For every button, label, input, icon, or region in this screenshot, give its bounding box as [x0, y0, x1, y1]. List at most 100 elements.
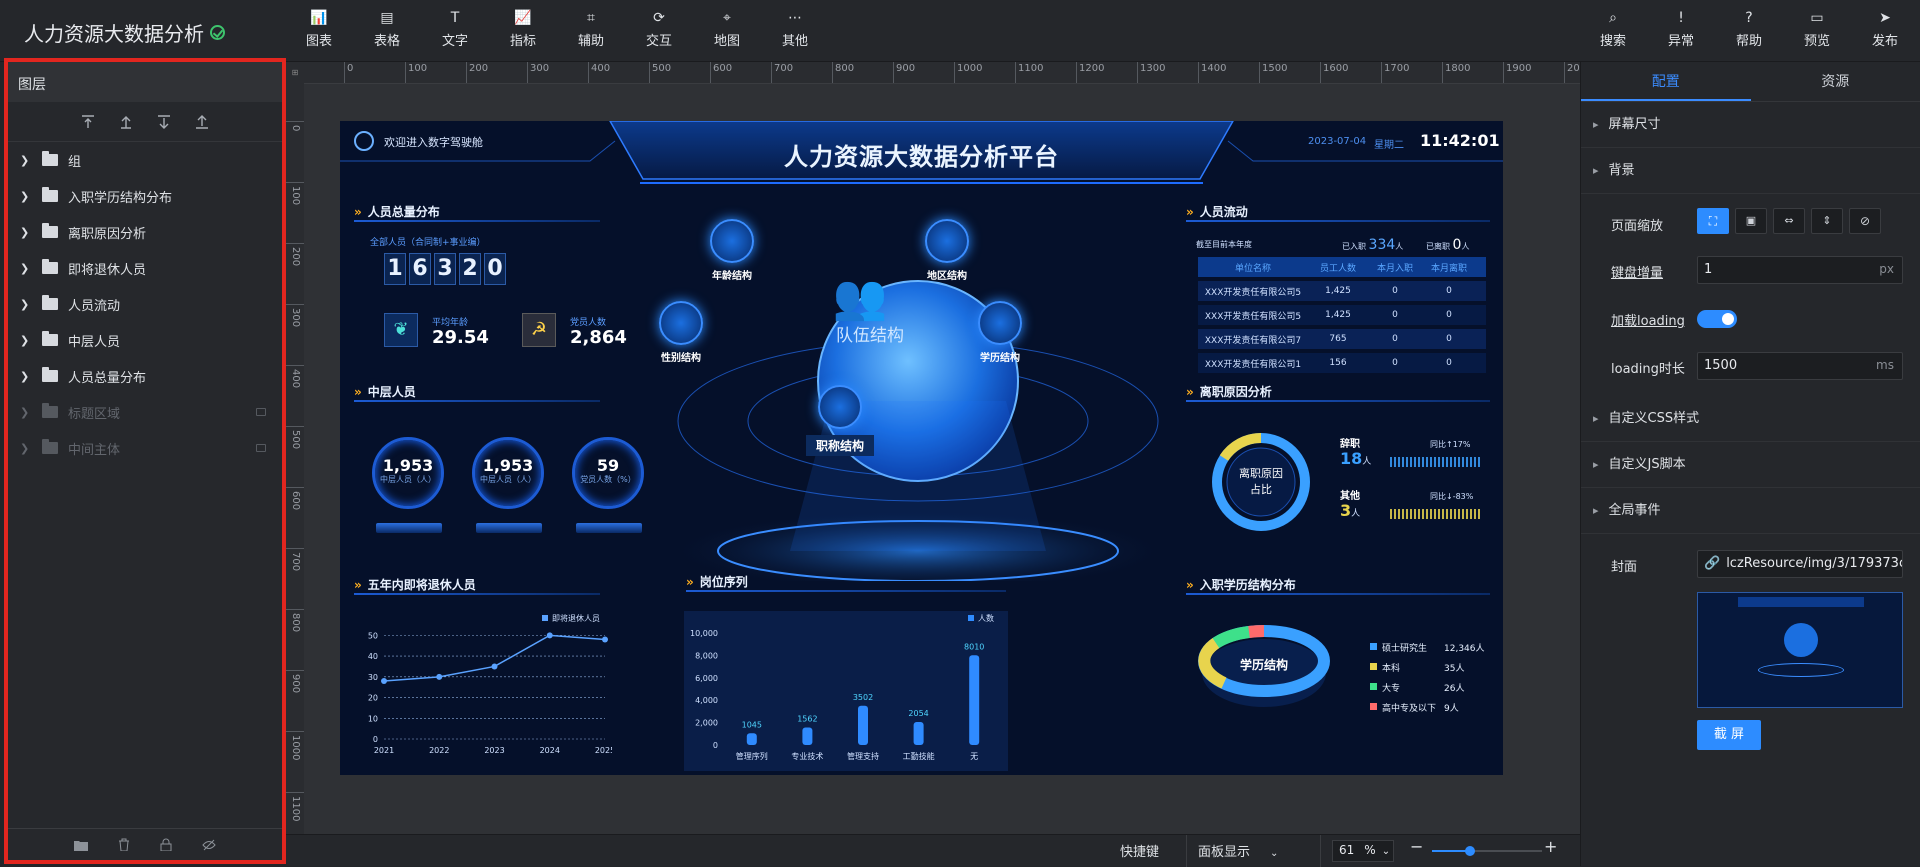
- dashboard-screen[interactable]: 欢迎进入数字驾驶舱 人力资源大数据分析平台 2023-07-04 星期二 11:…: [340, 121, 1503, 775]
- bar[interactable]: [914, 722, 924, 745]
- toolbar-more-button[interactable]: ⋯其他: [772, 10, 818, 49]
- section-global-events[interactable]: 全局事件: [1581, 488, 1920, 534]
- lock-icon[interactable]: [256, 408, 266, 416]
- zoom-slider-handle[interactable]: [1465, 846, 1475, 856]
- toolbar-table-button[interactable]: ▤表格: [364, 10, 410, 49]
- ruler-corner[interactable]: ⊞: [286, 62, 304, 84]
- toolbar-preview-button[interactable]: ▭预览: [1794, 10, 1840, 49]
- align-bottom-icon[interactable]: [195, 115, 209, 129]
- fit-height-icon[interactable]: ⇕: [1811, 208, 1843, 234]
- tab-config[interactable]: 配置: [1581, 62, 1751, 101]
- layer-item[interactable]: ❯离职原因分析: [8, 214, 282, 250]
- layer-item[interactable]: ❯入职学历结构分布: [8, 178, 282, 214]
- center-node-label[interactable]: 年龄结构: [698, 267, 766, 282]
- toolbar-map-button[interactable]: ⌖地图: [704, 10, 750, 49]
- toolbar-search-button[interactable]: ⌕搜索: [1590, 10, 1636, 49]
- zoom-label: 页面缩放: [1611, 215, 1663, 234]
- chevron-right-icon[interactable]: ❯: [20, 370, 34, 383]
- zoom-in-icon[interactable]: +: [1544, 837, 1557, 856]
- bar[interactable]: [802, 728, 812, 745]
- toolbar-auxiliary-button[interactable]: ⌗辅助: [568, 10, 614, 49]
- center-node-label[interactable]: 职称结构: [806, 435, 874, 456]
- lock-icon[interactable]: [256, 444, 266, 452]
- toolbar-publish-button[interactable]: ➤发布: [1862, 10, 1908, 49]
- table-row[interactable]: XXX开发责任有限公司51,42500: [1198, 281, 1486, 301]
- hide-icon[interactable]: [202, 839, 216, 851]
- data-point[interactable]: [602, 637, 608, 643]
- loading-time-input[interactable]: 1500ms: [1697, 352, 1903, 380]
- layer-item[interactable]: ❯中间主体: [8, 430, 282, 466]
- chevron-right-icon[interactable]: ❯: [20, 190, 34, 203]
- layer-item[interactable]: ❯人员总量分布: [8, 358, 282, 394]
- chevron-right-icon[interactable]: ❯: [20, 406, 34, 419]
- center-node-label[interactable]: 地区结构: [913, 267, 981, 282]
- fit-width-icon[interactable]: ⇔: [1773, 208, 1805, 234]
- ruler-tick: [286, 243, 304, 244]
- table-row[interactable]: XXX开发责任有限公司115600: [1198, 353, 1486, 373]
- toolbar-alert-button[interactable]: !异常: [1658, 10, 1704, 49]
- folder-icon[interactable]: [74, 839, 88, 851]
- loading-toggle[interactable]: [1697, 310, 1737, 328]
- trash-icon[interactable]: [118, 838, 130, 851]
- bar[interactable]: [969, 655, 979, 745]
- layer-item[interactable]: ❯组: [8, 142, 282, 178]
- flow-header-cell: 员工人数: [1308, 261, 1368, 274]
- section-custom-css[interactable]: 自定义CSS样式: [1581, 396, 1920, 442]
- data-point[interactable]: [547, 632, 553, 638]
- gauge-label: 党员人数（%）: [575, 475, 641, 485]
- tab-resource[interactable]: 资源: [1751, 62, 1920, 101]
- fit-screen-icon[interactable]: ⛶: [1697, 208, 1729, 234]
- zoom-input[interactable]: 61%⌄: [1332, 840, 1394, 862]
- center-node-icon: [659, 301, 703, 345]
- toolbar-interaction-button[interactable]: ⟳交互: [636, 10, 682, 49]
- shortcut-button[interactable]: 快捷键: [1120, 841, 1159, 860]
- panel-display-select[interactable]: 面板显示⌄: [1198, 841, 1278, 860]
- layer-item[interactable]: ❯即将退休人员: [8, 250, 282, 286]
- align-top-icon[interactable]: [81, 115, 95, 129]
- table-row[interactable]: XXX开发责任有限公司776500: [1198, 329, 1486, 349]
- layer-label: 中层人员: [68, 331, 120, 350]
- bar[interactable]: [747, 733, 757, 745]
- toolbar-help-button[interactable]: ?帮助: [1726, 10, 1772, 49]
- cover-path-input[interactable]: 🔗lczResource/img/3/179373c7: [1697, 550, 1903, 578]
- toolbar-text-button[interactable]: T文字: [432, 10, 478, 49]
- section-screen-size[interactable]: 屏幕尺寸: [1581, 102, 1920, 148]
- lock-icon[interactable]: [160, 838, 172, 851]
- zoom-slider[interactable]: [1432, 850, 1542, 852]
- layer-item[interactable]: ❯人员流动: [8, 286, 282, 322]
- zoom-out-icon[interactable]: −: [1410, 837, 1423, 856]
- layer-item[interactable]: ❯标题区域: [8, 394, 282, 430]
- toolbar-label: 图表: [296, 30, 342, 49]
- toolbar-chart-button[interactable]: 📊图表: [296, 10, 342, 49]
- center-node-label[interactable]: 学历结构: [966, 349, 1034, 364]
- data-point[interactable]: [492, 663, 498, 669]
- move-up-icon[interactable]: [119, 115, 133, 129]
- section-custom-js[interactable]: 自定义JS脚本: [1581, 442, 1920, 488]
- publish-icon: ➤: [1862, 10, 1908, 30]
- capture-button[interactable]: 截 屏: [1697, 720, 1761, 750]
- chevron-right-icon[interactable]: ❯: [20, 442, 34, 455]
- layer-item[interactable]: ❯ 中层人员: [8, 322, 282, 358]
- post-bar-chart: 02,0004,0006,0008,00010,0001045管理序列1562专…: [684, 599, 1008, 771]
- toolbar-label: 异常: [1658, 30, 1704, 49]
- chevron-right-icon[interactable]: ❯: [20, 154, 34, 167]
- section-background[interactable]: 背景: [1581, 148, 1920, 194]
- fit-full-icon[interactable]: ▣: [1735, 208, 1767, 234]
- party-icon: ☭: [522, 313, 556, 347]
- bar[interactable]: [858, 706, 868, 745]
- toolbar-indicator-button[interactable]: 📈指标: [500, 10, 546, 49]
- legend-label: 本科: [1382, 661, 1400, 674]
- step-input[interactable]: 1px: [1697, 256, 1903, 284]
- no-scale-icon[interactable]: ⊘: [1849, 208, 1881, 234]
- folder-icon: [42, 154, 58, 166]
- chevron-right-icon[interactable]: ❯: [20, 262, 34, 275]
- center-node-label[interactable]: 性别结构: [647, 349, 715, 364]
- chevron-right-icon[interactable]: ❯: [20, 298, 34, 311]
- chevron-right-icon[interactable]: ❯: [20, 334, 34, 347]
- move-down-icon[interactable]: [157, 115, 171, 129]
- cover-thumbnail[interactable]: [1697, 592, 1903, 708]
- data-point[interactable]: [436, 674, 442, 680]
- data-point[interactable]: [381, 678, 387, 684]
- table-row[interactable]: XXX开发责任有限公司51,42500: [1198, 305, 1486, 325]
- chevron-right-icon[interactable]: ❯: [20, 226, 34, 239]
